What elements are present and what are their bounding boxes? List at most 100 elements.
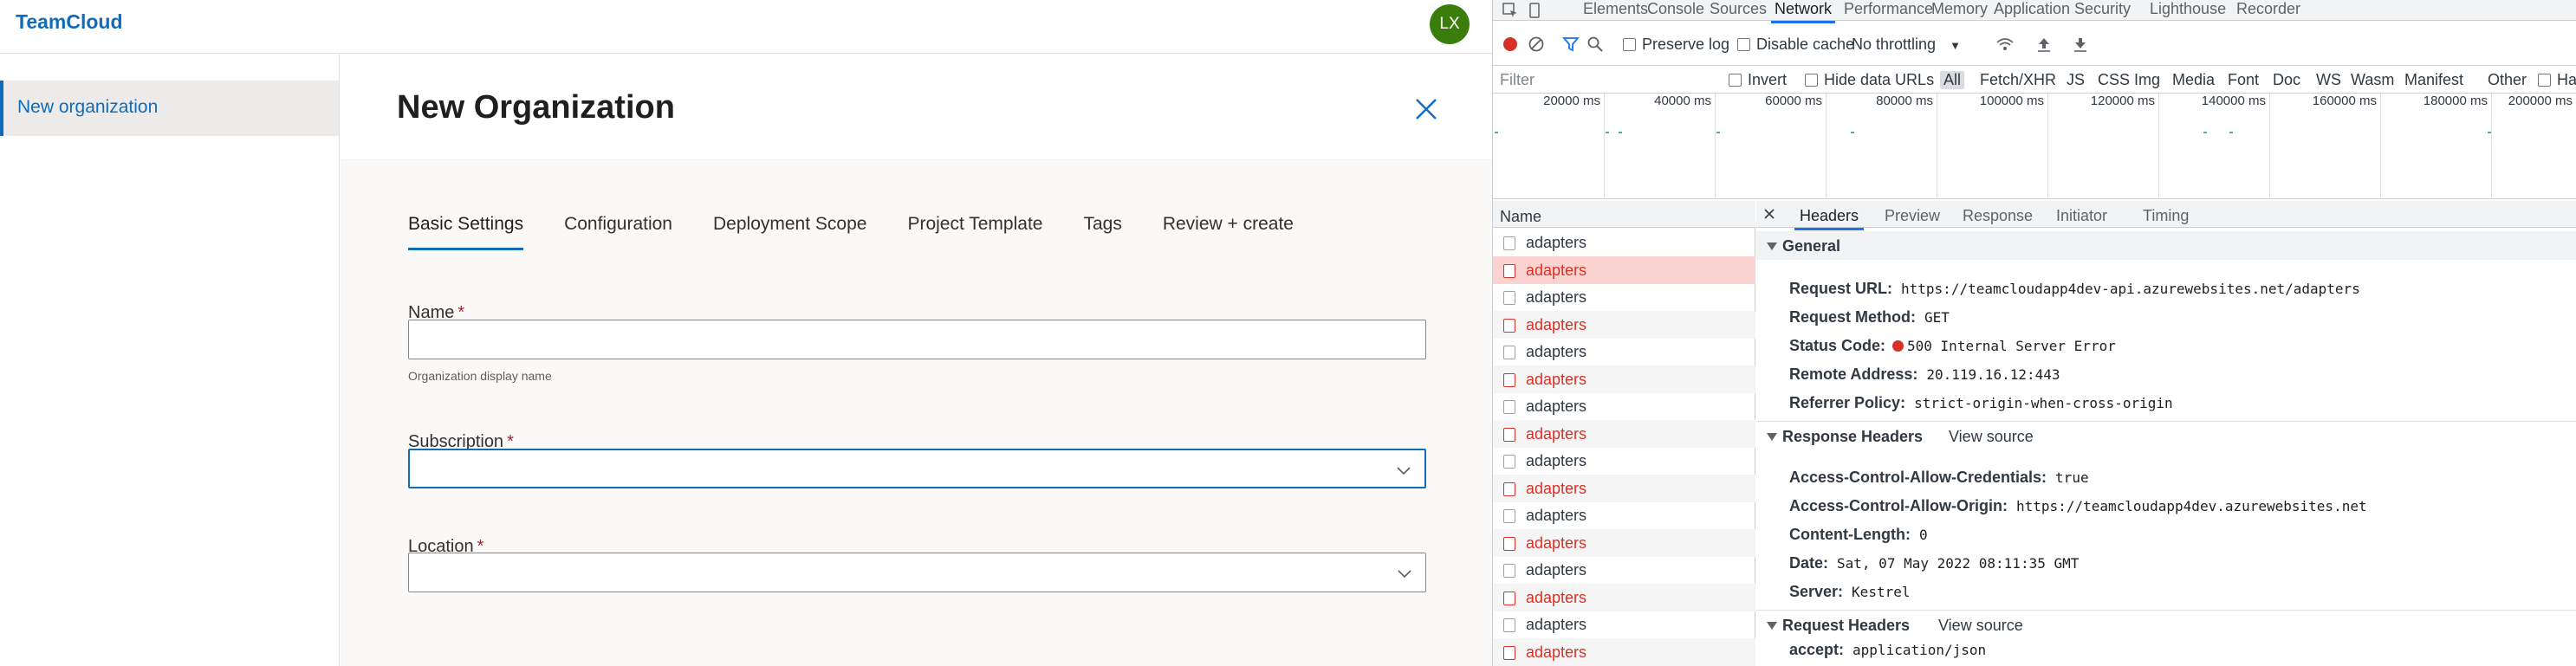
section-general[interactable]: General bbox=[1756, 231, 2576, 260]
detail-tab-initiator[interactable]: Initiator bbox=[2056, 207, 2107, 225]
sidebar-item-new-organization[interactable]: New organization bbox=[0, 81, 339, 136]
filter-type-media[interactable]: Media bbox=[2172, 71, 2215, 89]
tab-configuration[interactable]: Configuration bbox=[564, 209, 672, 250]
request-row[interactable]: adapters bbox=[1493, 365, 1755, 393]
column-header-name[interactable]: Name bbox=[1493, 201, 1755, 228]
file-icon bbox=[1503, 564, 1515, 578]
request-name: adapters bbox=[1526, 561, 1587, 579]
devtools-tab-console[interactable]: Console bbox=[1647, 0, 1704, 18]
tab-deployment-scope[interactable]: Deployment Scope bbox=[713, 209, 866, 250]
filter-icon[interactable] bbox=[1562, 36, 1580, 53]
name-input[interactable] bbox=[408, 320, 1426, 359]
subscription-dropdown[interactable] bbox=[408, 449, 1426, 488]
chevron-down-icon bbox=[1397, 467, 1411, 475]
devtools-tab-security[interactable]: Security bbox=[2074, 0, 2131, 18]
search-icon[interactable] bbox=[1586, 36, 1604, 53]
request-row[interactable]: adapters bbox=[1493, 392, 1755, 420]
timeline-gridline bbox=[2158, 94, 2159, 199]
location-dropdown[interactable] bbox=[408, 553, 1426, 592]
file-icon bbox=[1503, 618, 1515, 632]
request-row[interactable]: adapters bbox=[1493, 229, 1755, 256]
disable-cache-label: Disable cache bbox=[1756, 36, 1855, 53]
section-request-headers[interactable]: Request Headers View source bbox=[1756, 610, 2576, 638]
filter-type-all[interactable]: All bbox=[1940, 71, 1965, 89]
devtools-tab-network[interactable]: Network bbox=[1770, 0, 1836, 23]
request-name: adapters bbox=[1526, 288, 1587, 306]
detail-tab-timing[interactable]: Timing bbox=[2143, 207, 2189, 225]
devtools-tab-lighthouse[interactable]: Lighthouse bbox=[2150, 0, 2226, 18]
request-row[interactable]: adapters bbox=[1493, 528, 1755, 557]
devtools-tab-performance[interactable]: Performance bbox=[1844, 0, 1933, 18]
section-title: General bbox=[1782, 237, 1841, 255]
detail-tabbar: Headers Preview Response Initiator Timin… bbox=[1756, 201, 2576, 230]
request-row[interactable]: adapters bbox=[1493, 419, 1755, 448]
filter-type-ws[interactable]: WS bbox=[2316, 71, 2341, 89]
invert-checkbox[interactable]: Invert bbox=[1729, 71, 1787, 89]
device-toolbar-icon[interactable] bbox=[1526, 2, 1543, 19]
app-title[interactable]: TeamCloud bbox=[16, 10, 123, 34]
preserve-log-checkbox[interactable]: Preserve log bbox=[1623, 36, 1729, 54]
header-value: strict-origin-when-cross-origin bbox=[1914, 395, 2173, 411]
filter-type-js[interactable]: JS bbox=[2067, 71, 2085, 89]
filter-type-css[interactable]: CSS bbox=[2098, 71, 2130, 89]
header-key: Server: bbox=[1789, 583, 1844, 600]
download-icon[interactable] bbox=[2072, 36, 2089, 53]
hide-data-urls-checkbox[interactable]: Hide data URLs bbox=[1805, 71, 1934, 89]
tab-project-template[interactable]: Project Template bbox=[907, 209, 1042, 250]
upload-icon[interactable] bbox=[2035, 36, 2053, 53]
timeline-tick: 60000 ms bbox=[1765, 94, 1822, 108]
close-icon[interactable] bbox=[1763, 208, 1775, 220]
header-row: accept: application/json bbox=[1789, 641, 1986, 659]
view-source-link[interactable]: View source bbox=[1949, 428, 2034, 446]
clear-icon[interactable] bbox=[1528, 36, 1545, 53]
devtools-tab-elements[interactable]: Elements bbox=[1583, 0, 1648, 18]
devtools-tab-application[interactable]: Application bbox=[1994, 0, 2070, 18]
devtools-tab-sources[interactable]: Sources bbox=[1710, 0, 1767, 18]
tab-review-create[interactable]: Review + create bbox=[1163, 209, 1294, 250]
request-row[interactable]: adapters bbox=[1493, 501, 1755, 529]
has-blocked-cookies-checkbox[interactable]: Ha bbox=[2538, 71, 2576, 89]
request-row[interactable]: adapters bbox=[1493, 556, 1755, 584]
filter-type-fetch-xhr[interactable]: Fetch/XHR bbox=[1980, 71, 2056, 89]
filter-type-doc[interactable]: Doc bbox=[2273, 71, 2300, 89]
request-row[interactable]: adapters bbox=[1493, 474, 1755, 502]
request-name: adapters bbox=[1526, 533, 1587, 552]
has-blocked-label: Ha bbox=[2557, 71, 2576, 88]
avatar[interactable]: LX bbox=[1430, 4, 1470, 44]
filter-type-manifest[interactable]: Manifest bbox=[2404, 71, 2463, 89]
devtools-tab-memory[interactable]: Memory bbox=[1931, 0, 1988, 18]
detail-tab-response[interactable]: Response bbox=[1963, 207, 2033, 225]
devtools-tab-recorder[interactable]: Recorder bbox=[2236, 0, 2300, 18]
request-row[interactable]: adapters bbox=[1493, 611, 1755, 638]
detail-tab-preview[interactable]: Preview bbox=[1885, 207, 1940, 225]
detail-tab-headers[interactable]: Headers bbox=[1794, 207, 1865, 230]
view-source-link[interactable]: View source bbox=[1938, 617, 2023, 635]
tab-tags[interactable]: Tags bbox=[1083, 209, 1121, 250]
request-row[interactable]: adapters bbox=[1493, 283, 1755, 311]
section-title: Response Headers bbox=[1782, 428, 1924, 445]
filter-input[interactable] bbox=[1500, 69, 1715, 90]
request-row[interactable]: adapters bbox=[1493, 310, 1755, 339]
section-response-headers[interactable]: Response Headers View source bbox=[1756, 421, 2576, 449]
checkbox-box bbox=[2538, 74, 2551, 87]
request-row[interactable]: adapters bbox=[1493, 583, 1755, 611]
tab-basic-settings[interactable]: Basic Settings bbox=[408, 209, 524, 250]
request-name: adapters bbox=[1526, 315, 1587, 333]
request-name: adapters bbox=[1526, 616, 1587, 633]
request-row[interactable]: adapters bbox=[1493, 338, 1755, 365]
throttling-select[interactable]: No throttling ▼ bbox=[1852, 36, 1961, 54]
request-row[interactable]: adapters bbox=[1493, 447, 1755, 475]
network-overview-timeline[interactable]: 20000 ms 40000 ms 60000 ms 80000 ms 1000… bbox=[1493, 94, 2576, 199]
filter-type-img[interactable]: Img bbox=[2134, 71, 2160, 89]
disable-cache-checkbox[interactable]: Disable cache bbox=[1737, 36, 1854, 54]
inspect-element-icon[interactable] bbox=[1502, 2, 1519, 19]
network-conditions-icon[interactable] bbox=[1995, 36, 2015, 53]
close-button[interactable] bbox=[1413, 96, 1439, 122]
filter-type-font[interactable]: Font bbox=[2228, 71, 2259, 89]
record-icon[interactable] bbox=[1502, 36, 1519, 53]
filter-type-wasm[interactable]: Wasm bbox=[2351, 71, 2394, 89]
file-icon bbox=[1503, 455, 1515, 469]
request-row[interactable]: adapters bbox=[1493, 637, 1755, 666]
request-row[interactable]: adapters bbox=[1493, 255, 1755, 284]
filter-type-other[interactable]: Other bbox=[2488, 71, 2527, 89]
